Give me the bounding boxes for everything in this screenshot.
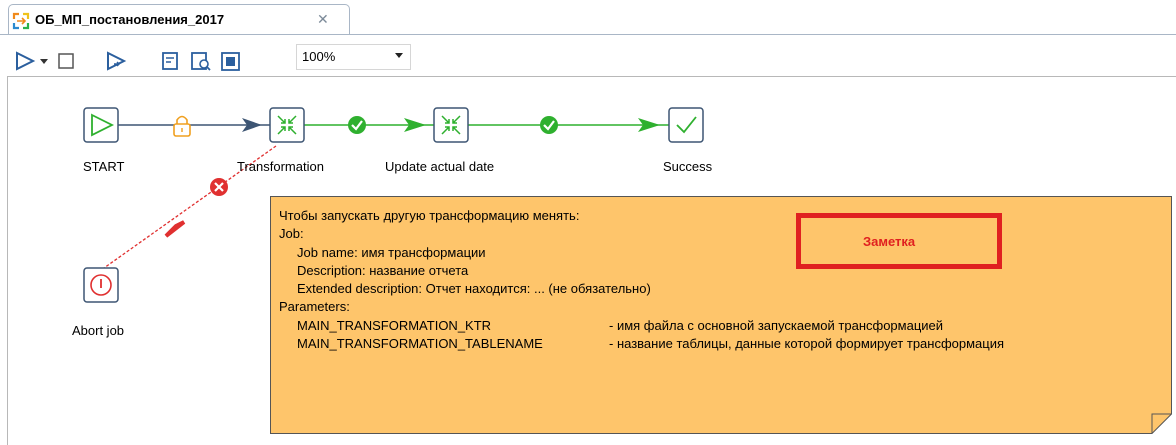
success-node[interactable] [668, 107, 704, 143]
transformation-node[interactable] [269, 107, 305, 143]
param-name: MAIN_TRANSFORMATION_TABLENAME [297, 336, 543, 352]
node-label-start: START [83, 159, 125, 174]
success-hop-icon [540, 116, 558, 134]
note-label: Заметка [863, 234, 916, 249]
node-label-transformation: Transformation [237, 159, 324, 174]
abort-job-node[interactable] [83, 267, 119, 303]
update-actual-date-node[interactable] [433, 107, 469, 143]
node-label-success: Success [663, 159, 713, 174]
note-line: Parameters: [279, 299, 350, 315]
param-description: - название таблицы, данные которой форми… [609, 336, 1005, 352]
node-label-update-actual-date: Update actual date [385, 159, 495, 174]
failure-hop-icon [210, 178, 228, 196]
lock-icon [173, 115, 191, 137]
node-label-abort-job: Abort job [72, 323, 125, 338]
note-line: Extended description: Отчет находится: .… [297, 281, 651, 297]
start-node[interactable] [83, 107, 119, 143]
hop-update-success[interactable] [468, 118, 669, 132]
param-description: - имя файла с основной запускаемой транс… [609, 317, 944, 333]
note-param-row: MAIN_TRANSFORMATION_TABLENAME - название … [279, 335, 1004, 353]
note-param-row: MAIN_TRANSFORMATION_KTR - имя файла с осн… [279, 317, 1004, 335]
success-hop-icon [348, 116, 366, 134]
hop-start-transformation[interactable] [118, 118, 270, 132]
hop-transformation-update[interactable] [304, 118, 434, 132]
param-name: MAIN_TRANSFORMATION_KTR [297, 317, 492, 333]
